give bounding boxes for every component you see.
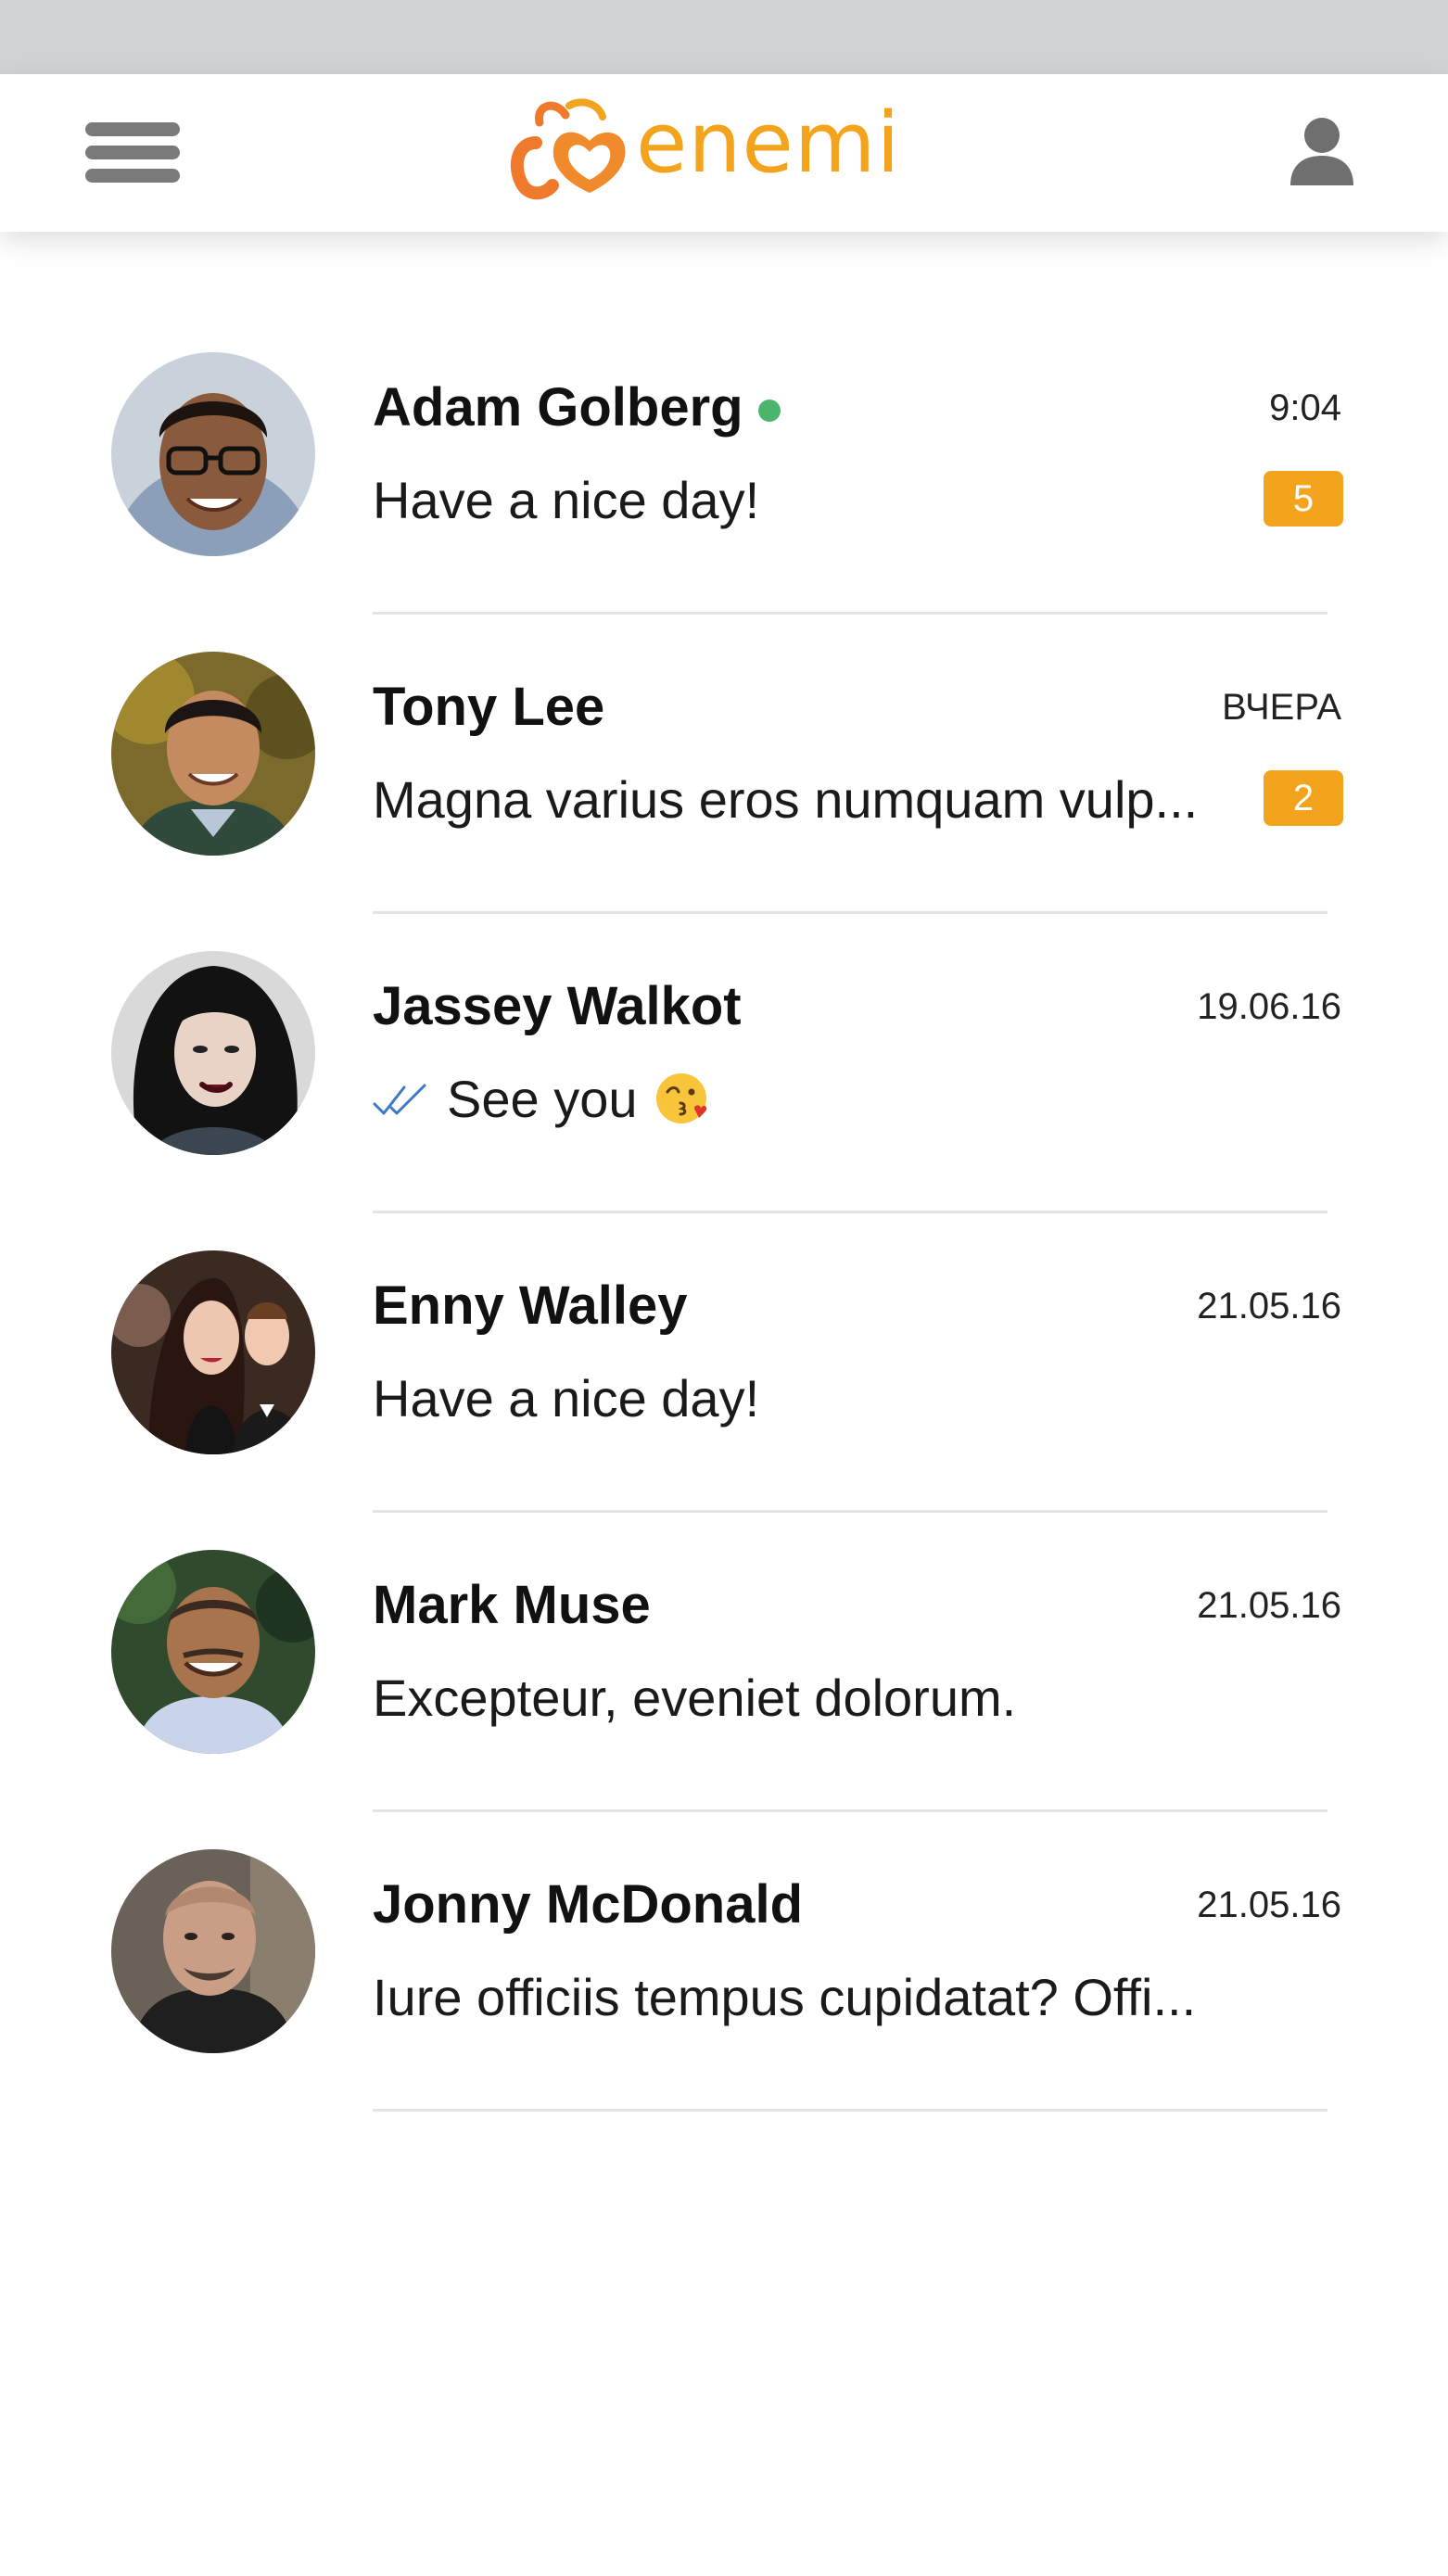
- chat-row[interactable]: Jonny McDonald 21.05.16 Iure officiis te…: [0, 1812, 1448, 2112]
- avatar[interactable]: [111, 652, 315, 856]
- chat-row[interactable]: Mark Muse 21.05.16 Excepteur, eveniet do…: [0, 1513, 1448, 1812]
- chat-name-line: Adam Golberg: [373, 374, 781, 439]
- divider: [373, 2109, 1327, 2112]
- menu-bar: [85, 146, 180, 159]
- menu-bar: [85, 169, 180, 183]
- message-time: 19.06.16: [1197, 986, 1341, 1027]
- app-logo[interactable]: enemi: [508, 95, 934, 206]
- chat-list: Adam Golberg 9:04 Have a nice day! 5 Ton…: [0, 315, 1448, 2112]
- unread-count-badge: 5: [1264, 471, 1343, 527]
- chat-name-line: Jassey Walkot: [373, 973, 742, 1038]
- hamburger-menu-icon[interactable]: [85, 119, 180, 185]
- avatar[interactable]: [111, 352, 315, 556]
- kissing-face-icon: [655, 1073, 706, 1123]
- message-time: 21.05.16: [1197, 1884, 1341, 1925]
- user-silhouette-icon: [1290, 118, 1353, 185]
- user-profile-icon[interactable]: [1289, 117, 1355, 187]
- chat-row[interactable]: Enny Walley 21.05.16 Have a nice day!: [0, 1213, 1448, 1513]
- message-time: 9:04: [1269, 387, 1341, 428]
- online-status-dot: [757, 400, 781, 422]
- chat-message-line: Have a nice day!: [373, 1365, 759, 1430]
- chat-name-line: Jonny McDonald: [373, 1872, 803, 1936]
- avatar[interactable]: [111, 1849, 315, 2053]
- contact-name: Jassey Walkot: [373, 975, 742, 1036]
- avatar[interactable]: [111, 1550, 315, 1754]
- menu-bar: [85, 122, 180, 136]
- chat-row[interactable]: Tony Lee ВЧЕРА Magna varius eros numquam…: [0, 615, 1448, 914]
- chat-message-line: Magna varius eros numquam vulp...: [373, 767, 1198, 831]
- last-message: Magna varius eros numquam vulp...: [373, 769, 1199, 829]
- chat-name-line: Tony Lee: [373, 674, 604, 739]
- message-time: ВЧЕРА: [1222, 687, 1341, 728]
- last-message: Have a nice day!: [373, 470, 760, 529]
- chat-message-line: Excepteur, eveniet dolorum.: [373, 1665, 1016, 1730]
- unread-count-badge: 2: [1264, 770, 1343, 826]
- last-message: Have a nice day!: [373, 1368, 760, 1428]
- message-time: 21.05.16: [1197, 1286, 1341, 1326]
- message-time: 21.05.16: [1197, 1585, 1341, 1626]
- last-message: Excepteur, eveniet dolorum.: [373, 1668, 1017, 1727]
- chat-name-line: Mark Muse: [373, 1572, 651, 1637]
- contact-name: Enny Walley: [373, 1275, 688, 1336]
- avatar[interactable]: [111, 951, 315, 1155]
- chat-message-line: Have a nice day!: [373, 467, 759, 532]
- chat-row[interactable]: Jassey Walkot 19.06.16 See you: [0, 914, 1448, 1213]
- contact-name: Tony Lee: [373, 676, 605, 737]
- app-header: enemi: [0, 74, 1448, 232]
- logo-text: enemi: [636, 95, 901, 192]
- last-message: Iure officiis tempus cupidatat? Offi...: [373, 1967, 1197, 2026]
- avatar[interactable]: [111, 1250, 315, 1454]
- chat-message-line: See you: [373, 1066, 708, 1131]
- chat-row[interactable]: Adam Golberg 9:04 Have a nice day! 5: [0, 315, 1448, 615]
- last-message: See you: [447, 1069, 638, 1128]
- contact-name: Mark Muse: [373, 1574, 651, 1635]
- logo-heart-icon: [510, 98, 626, 200]
- chat-name-line: Enny Walley: [373, 1273, 688, 1338]
- status-bar: [0, 0, 1448, 74]
- double-check-read-icon: [373, 1084, 426, 1115]
- contact-name: Jonny McDonald: [373, 1873, 804, 1935]
- contact-name: Adam Golberg: [373, 376, 743, 438]
- chat-message-line: Iure officiis tempus cupidatat? Offi...: [373, 1964, 1196, 2029]
